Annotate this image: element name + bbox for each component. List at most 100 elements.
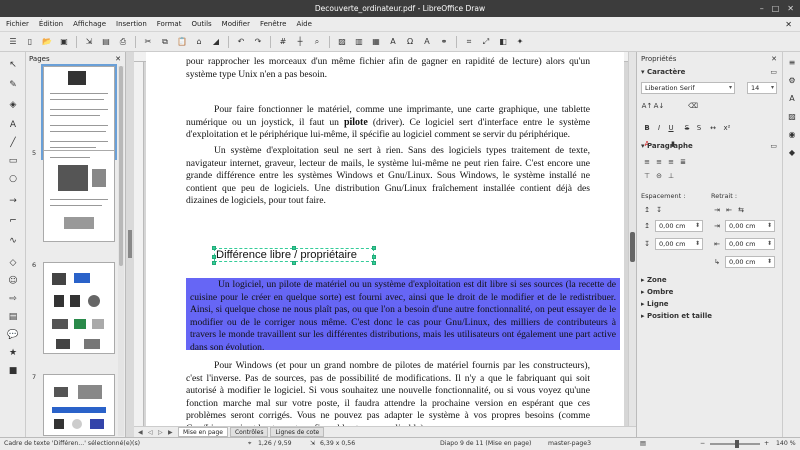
resize-handle[interactable] bbox=[372, 246, 376, 250]
paste-icon[interactable]: 📋 bbox=[175, 35, 189, 49]
close-panel-icon[interactable]: ✕ bbox=[115, 52, 121, 66]
workspace-scrollbar[interactable] bbox=[628, 52, 636, 426]
page-thumbnail[interactable]: 6 bbox=[32, 261, 115, 354]
shadow-text-icon[interactable]: S bbox=[693, 122, 705, 134]
zoom-out-icon[interactable]: − bbox=[700, 440, 705, 447]
gallery-icon[interactable]: ▨ bbox=[786, 110, 798, 122]
callout-icon[interactable]: 💬 bbox=[4, 328, 22, 342]
more-options-icon[interactable]: ▭ bbox=[770, 142, 777, 150]
close-document-icon[interactable]: ✕ bbox=[785, 20, 792, 29]
resize-handle[interactable] bbox=[292, 261, 296, 265]
transform-icon[interactable]: ⤢ bbox=[479, 35, 493, 49]
new-document-icon[interactable]: ▯ bbox=[23, 35, 37, 49]
splitter-grip[interactable] bbox=[128, 230, 132, 258]
undo-icon[interactable]: ↶ bbox=[234, 35, 248, 49]
vertical-ruler[interactable] bbox=[134, 62, 144, 426]
ellipse-icon[interactable]: ○ bbox=[4, 172, 22, 186]
menu-aide[interactable]: Aide bbox=[296, 20, 311, 28]
maximize-icon[interactable]: □ bbox=[772, 0, 780, 17]
image-icon[interactable]: ▨ bbox=[335, 35, 349, 49]
basic-shapes-icon[interactable]: ◇ bbox=[4, 256, 22, 270]
clone-formatting-icon[interactable]: ⌂ bbox=[192, 35, 206, 49]
page-thumbnail[interactable] bbox=[43, 66, 115, 158]
align-left-icon[interactable]: ≡ bbox=[641, 156, 653, 168]
last-tab-icon[interactable]: ▶ bbox=[168, 429, 176, 436]
justify-icon[interactable]: ≣ bbox=[677, 156, 689, 168]
shadow-icon[interactable]: ◧ bbox=[496, 35, 510, 49]
align-bottom-icon[interactable]: ⊥ bbox=[665, 170, 677, 182]
tab-mise-en-page[interactable]: Mise en page bbox=[178, 427, 228, 437]
section-paragraphe[interactable]: ▾ Paragraphe ▭ bbox=[641, 142, 781, 150]
export-pdf-icon[interactable]: ▤ bbox=[99, 35, 113, 49]
strikethrough-icon[interactable]: S bbox=[681, 122, 693, 134]
menu-format[interactable]: Format bbox=[157, 20, 182, 28]
section-zone[interactable]: ▸ Zone bbox=[641, 276, 781, 284]
properties-icon[interactable]: ⚙ bbox=[786, 74, 798, 86]
helplines-icon[interactable]: ┼ bbox=[293, 35, 307, 49]
increase-indent-icon[interactable]: ⇥ bbox=[711, 204, 723, 216]
grid-icon[interactable]: # bbox=[276, 35, 290, 49]
zoom-in-icon[interactable]: + bbox=[764, 440, 769, 447]
underline-icon[interactable]: U bbox=[665, 122, 677, 134]
section-ombre[interactable]: ▸ Ombre bbox=[641, 288, 781, 296]
line-color-icon[interactable]: ✎ bbox=[4, 78, 22, 92]
menu-insertion[interactable]: Insertion bbox=[116, 20, 147, 28]
fill-color-icon[interactable]: ◈ bbox=[4, 98, 22, 112]
text-icon[interactable]: A bbox=[4, 118, 22, 132]
export-icon[interactable]: ⇲ bbox=[82, 35, 96, 49]
copy-icon[interactable]: ⧉ bbox=[158, 35, 172, 49]
selected-text-frame[interactable]: Différence libre / propriétaire bbox=[214, 248, 374, 262]
menu-fichier[interactable]: Fichier bbox=[6, 20, 29, 28]
menu-affichage[interactable]: Affichage bbox=[73, 20, 106, 28]
clear-formatting-icon[interactable]: ◢ bbox=[209, 35, 223, 49]
paragraph[interactable]: Un logiciel, un pilote de matériel ou un… bbox=[190, 279, 616, 355]
resize-handle[interactable] bbox=[292, 246, 296, 250]
page-thumbnail[interactable]: 7 bbox=[32, 373, 115, 436]
points-icon[interactable]: ✦ bbox=[513, 35, 527, 49]
decrease-spacing-icon[interactable]: ↧ bbox=[653, 204, 665, 216]
superscript-icon[interactable]: x² bbox=[721, 122, 733, 134]
resize-handle[interactable] bbox=[372, 261, 376, 265]
shapes-icon[interactable]: ◆ bbox=[786, 146, 798, 158]
page-thumbnail[interactable]: 5 bbox=[32, 149, 115, 242]
table-icon[interactable]: ▦ bbox=[369, 35, 383, 49]
styles-icon[interactable]: A bbox=[786, 92, 798, 104]
select-arrow-icon[interactable]: ↖ bbox=[4, 58, 22, 72]
curve-icon[interactable]: ∿ bbox=[4, 234, 22, 248]
status-zoom[interactable]: 140 % bbox=[776, 440, 796, 447]
fontwork-icon[interactable]: Ａ bbox=[420, 35, 434, 49]
stars-icon[interactable]: ★ bbox=[4, 346, 22, 360]
above-spacing-field[interactable]: 0,00 cm ⬍ bbox=[655, 220, 703, 232]
print-icon[interactable]: ⎙ bbox=[116, 35, 130, 49]
open-icon[interactable]: 📂 bbox=[40, 35, 54, 49]
symbol-shapes-icon[interactable]: ☺ bbox=[4, 274, 22, 288]
special-character-icon[interactable]: Ω bbox=[403, 35, 417, 49]
paragraph[interactable]: Pour Windows (et pour un grand nombre de… bbox=[186, 360, 590, 426]
line-icon[interactable]: ╱ bbox=[4, 136, 22, 150]
save-icon[interactable]: ▣ bbox=[57, 35, 71, 49]
cut-icon[interactable]: ✂ bbox=[141, 35, 155, 49]
connector-icon[interactable]: ⌐ bbox=[4, 214, 22, 228]
menu-icon[interactable]: ☰ bbox=[6, 35, 20, 49]
section-position-taille[interactable]: ▸ Position et taille bbox=[641, 312, 781, 320]
align-middle-icon[interactable]: ⊝ bbox=[653, 170, 665, 182]
tab-controles[interactable]: Contrôles bbox=[229, 427, 269, 437]
menu-fenetre[interactable]: Fenêtre bbox=[260, 20, 286, 28]
flowchart-icon[interactable]: ▤ bbox=[4, 310, 22, 324]
align-right-icon[interactable]: ≡ bbox=[665, 156, 677, 168]
arrow-line-icon[interactable]: → bbox=[4, 194, 22, 208]
clear-direct-formatting-icon[interactable]: ⌫ bbox=[687, 100, 699, 112]
menu-outils[interactable]: Outils bbox=[191, 20, 211, 28]
sidebar-menu-icon[interactable]: ≡ bbox=[786, 56, 798, 68]
navigator-icon[interactable]: ◉ bbox=[786, 128, 798, 140]
chart-icon[interactable]: ▥ bbox=[352, 35, 366, 49]
hanging-indent-icon[interactable]: ⇆ bbox=[735, 204, 747, 216]
align-center-icon[interactable]: ≡ bbox=[653, 156, 665, 168]
zoom-pan-icon[interactable]: ⌕ bbox=[310, 35, 324, 49]
first-tab-icon[interactable]: ◀ bbox=[138, 429, 146, 436]
scrollbar-thumb[interactable] bbox=[119, 66, 123, 266]
paragraph[interactable]: pour rapprocher les morceaux d'un même f… bbox=[186, 56, 590, 81]
section-caractere[interactable]: ▾ Caractère ▭ bbox=[641, 68, 781, 76]
font-size-field[interactable]: 14 ▾ bbox=[747, 82, 777, 94]
character-spacing-icon[interactable]: ↔ bbox=[707, 122, 719, 134]
